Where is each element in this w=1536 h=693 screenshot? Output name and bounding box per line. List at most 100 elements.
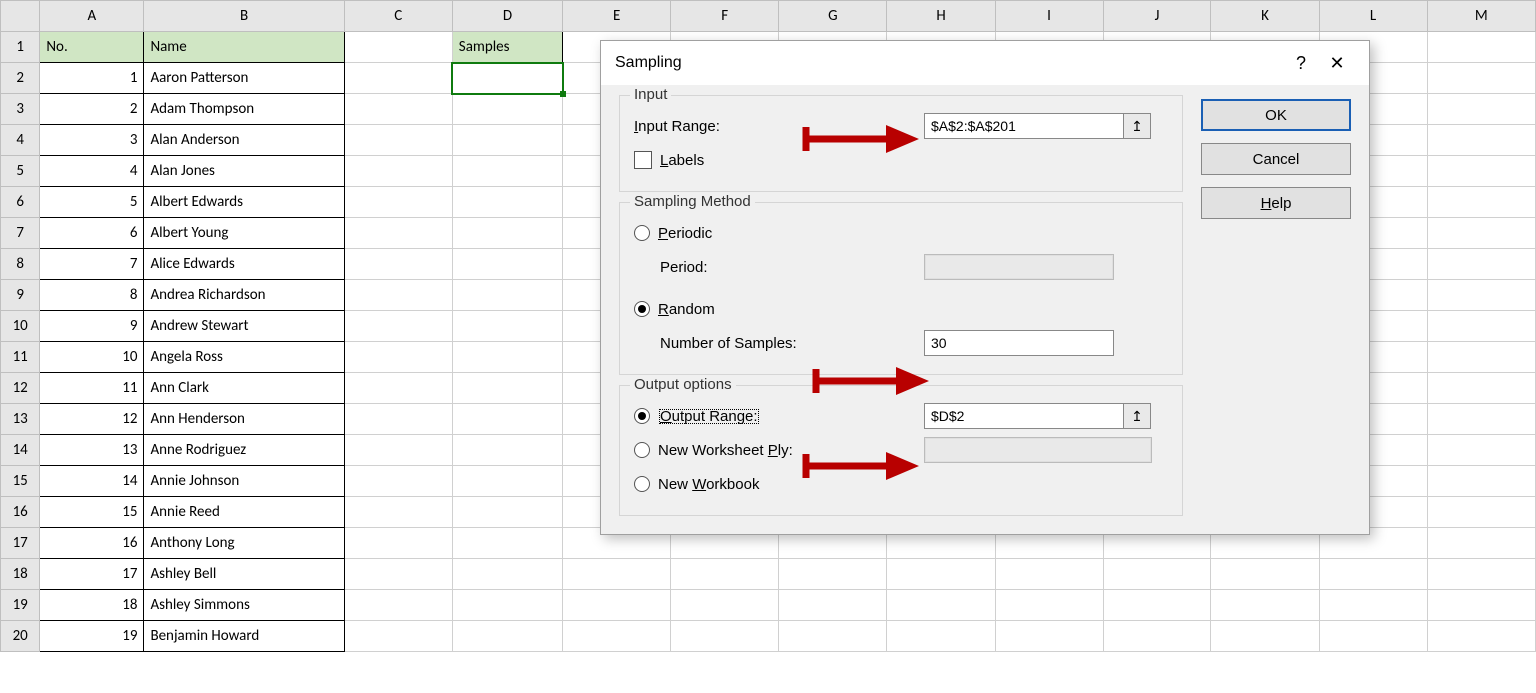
cell[interactable]: 12 [40,404,144,435]
cell[interactable]: 3 [40,125,144,156]
cell[interactable]: Angela Ross [144,342,344,373]
col-header[interactable]: F [671,1,779,32]
cell[interactable] [344,559,452,590]
cell[interactable] [779,590,887,621]
cell[interactable]: Benjamin Howard [144,621,344,652]
cell[interactable]: 5 [40,187,144,218]
row-header[interactable]: 1 [1,32,40,63]
cell[interactable]: 6 [40,218,144,249]
cell[interactable] [452,435,562,466]
cell[interactable]: 9 [40,311,144,342]
col-header[interactable]: L [1319,1,1427,32]
cancel-button[interactable]: Cancel [1201,143,1351,175]
cell[interactable] [779,559,887,590]
row-header[interactable]: 13 [1,404,40,435]
row-header[interactable]: 4 [1,125,40,156]
row-header[interactable]: 16 [1,497,40,528]
cell[interactable]: Alan Anderson [144,125,344,156]
cell[interactable] [1103,590,1211,621]
col-header[interactable]: I [995,1,1103,32]
cell[interactable] [344,63,452,94]
cell[interactable]: 8 [40,280,144,311]
cell[interactable] [779,621,887,652]
cell[interactable]: 16 [40,528,144,559]
cell[interactable]: Alice Edwards [144,249,344,280]
input-range-field[interactable] [924,113,1124,139]
cell[interactable]: 18 [40,590,144,621]
cell[interactable]: Albert Edwards [144,187,344,218]
cell[interactable] [1427,621,1535,652]
col-header[interactable]: E [563,1,671,32]
row-header[interactable]: 11 [1,342,40,373]
row-header[interactable]: 20 [1,621,40,652]
cell[interactable]: Alan Jones [144,156,344,187]
col-header[interactable]: D [452,1,562,32]
cell[interactable] [995,621,1103,652]
cell[interactable] [344,280,452,311]
cell[interactable] [1319,590,1427,621]
col-header[interactable]: B [144,1,344,32]
cell[interactable] [452,342,562,373]
cell[interactable] [344,528,452,559]
col-header[interactable]: K [1211,1,1319,32]
cell[interactable] [995,590,1103,621]
cell[interactable]: Ashley Bell [144,559,344,590]
cell[interactable] [452,621,562,652]
cell[interactable]: No. [40,32,144,63]
cell[interactable] [344,590,452,621]
cell[interactable] [344,404,452,435]
cell[interactable] [563,590,671,621]
select-all-corner[interactable] [1,1,40,32]
ok-button[interactable]: OK [1201,99,1351,131]
row-header[interactable]: 7 [1,218,40,249]
col-header[interactable]: J [1103,1,1211,32]
cell[interactable]: Annie Reed [144,497,344,528]
row-header[interactable]: 2 [1,63,40,94]
cell[interactable] [1427,156,1535,187]
cell[interactable] [1427,466,1535,497]
cell[interactable] [887,621,995,652]
cell[interactable] [452,497,562,528]
cell[interactable] [452,156,562,187]
cell[interactable] [452,311,562,342]
cell[interactable] [1211,621,1319,652]
cell[interactable]: Annie Johnson [144,466,344,497]
dialog-titlebar[interactable]: Sampling ? ✕ [601,41,1369,85]
cell[interactable] [1427,249,1535,280]
new-worksheet-radio[interactable] [634,442,650,458]
cell[interactable]: 13 [40,435,144,466]
cell[interactable]: 7 [40,249,144,280]
cell[interactable] [563,559,671,590]
row-header[interactable]: 14 [1,435,40,466]
cell[interactable] [452,187,562,218]
cell[interactable] [1427,280,1535,311]
cell[interactable] [1427,559,1535,590]
cell[interactable] [887,590,995,621]
cell[interactable]: 17 [40,559,144,590]
cell[interactable] [344,435,452,466]
output-range-field[interactable] [924,403,1124,429]
periodic-radio[interactable] [634,225,650,241]
row-header[interactable]: 12 [1,373,40,404]
cell[interactable] [452,528,562,559]
row-header[interactable]: 10 [1,311,40,342]
cell[interactable] [1427,218,1535,249]
cell[interactable]: Name [144,32,344,63]
cell[interactable]: 4 [40,156,144,187]
cell[interactable] [1427,528,1535,559]
cell[interactable]: Adam Thompson [144,94,344,125]
cell[interactable]: Anthony Long [144,528,344,559]
cell[interactable] [344,249,452,280]
cell[interactable]: 19 [40,621,144,652]
cell[interactable] [1427,125,1535,156]
cell[interactable] [887,559,995,590]
cell[interactable]: Albert Young [144,218,344,249]
cell[interactable] [1427,187,1535,218]
cell[interactable] [452,249,562,280]
dialog-close-icon[interactable]: ✕ [1319,53,1355,74]
cell[interactable] [1319,559,1427,590]
cell[interactable] [452,559,562,590]
cell[interactable] [452,590,562,621]
cell[interactable] [1103,621,1211,652]
random-radio[interactable] [634,301,650,317]
